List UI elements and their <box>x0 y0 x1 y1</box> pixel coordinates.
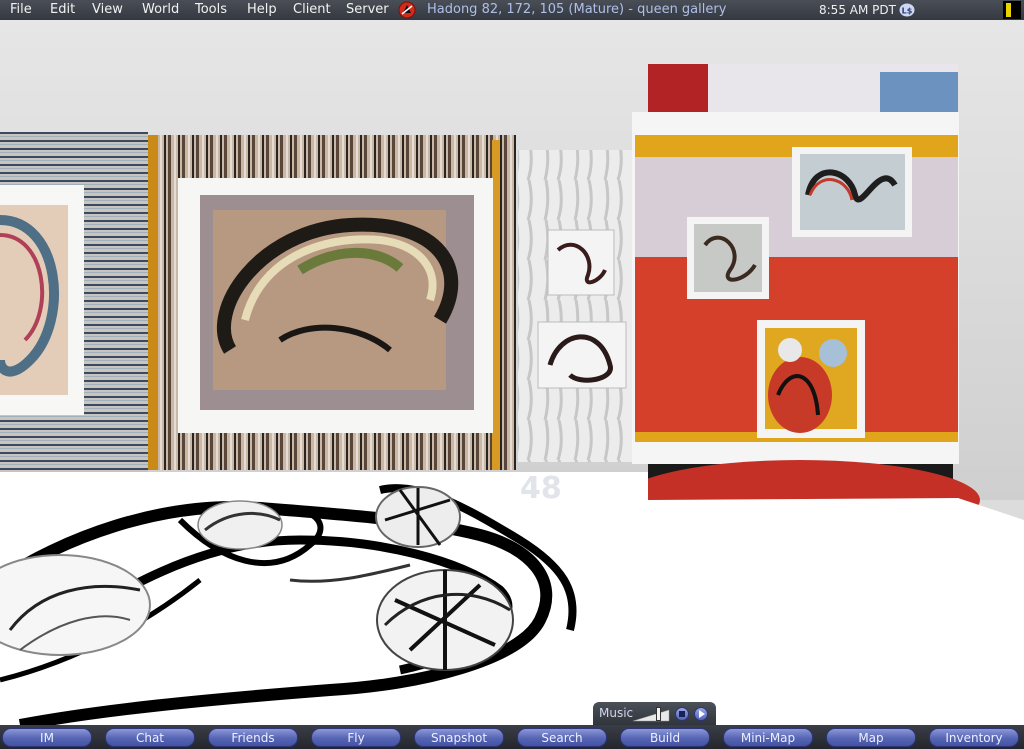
music-volume-knob[interactable] <box>656 707 661 721</box>
search-button[interactable]: Search <box>517 728 607 747</box>
clock: 8:55 AM PDT <box>819 3 896 17</box>
menu-client[interactable]: Client <box>293 2 331 18</box>
music-play-button[interactable] <box>694 707 708 721</box>
music-stop-button[interactable] <box>675 707 689 721</box>
mini-map-button[interactable]: Mini-Map <box>723 728 813 747</box>
bottom-toolbar: IM Chat Friends Fly Snapshot Search Buil… <box>0 725 1024 749</box>
build-button[interactable]: Build <box>620 728 710 747</box>
menu-tools[interactable]: Tools <box>195 2 227 18</box>
music-volume-slider[interactable] <box>632 707 671 722</box>
gallery-scene: 48 <box>0 20 1024 725</box>
menu-file[interactable]: File <box>10 2 32 18</box>
im-button[interactable]: IM <box>2 728 92 747</box>
parcel-status-icon[interactable] <box>398 1 416 19</box>
menu-view[interactable]: View <box>92 2 123 18</box>
play-icon <box>699 710 705 718</box>
map-button[interactable]: Map <box>826 728 916 747</box>
music-label: Music <box>599 706 634 720</box>
menu-edit[interactable]: Edit <box>50 2 75 18</box>
fly-button[interactable]: Fly <box>311 728 401 747</box>
menu-world[interactable]: World <box>142 2 179 18</box>
friends-button[interactable]: Friends <box>208 728 298 747</box>
linden-dollar-icon[interactable]: L$ <box>899 3 915 17</box>
svg-text:L$: L$ <box>902 7 913 16</box>
floor-number: 48 <box>520 471 562 506</box>
snapshot-button[interactable]: Snapshot <box>414 728 504 747</box>
chat-button[interactable]: Chat <box>105 728 195 747</box>
location-readout[interactable]: Hadong 82, 172, 105 (Mature) - queen gal… <box>427 2 726 18</box>
world-view[interactable]: 48 <box>0 20 1024 725</box>
volume-ramp-icon <box>632 709 670 722</box>
stop-icon <box>679 711 685 717</box>
music-control: Music <box>593 702 716 725</box>
menu-help[interactable]: Help <box>247 2 277 18</box>
menu-bar: File Edit View World Tools Help Client S… <box>0 0 1024 20</box>
menu-server[interactable]: Server <box>346 2 389 18</box>
bandwidth-meter[interactable] <box>1003 1 1021 19</box>
inventory-button[interactable]: Inventory <box>929 728 1019 747</box>
